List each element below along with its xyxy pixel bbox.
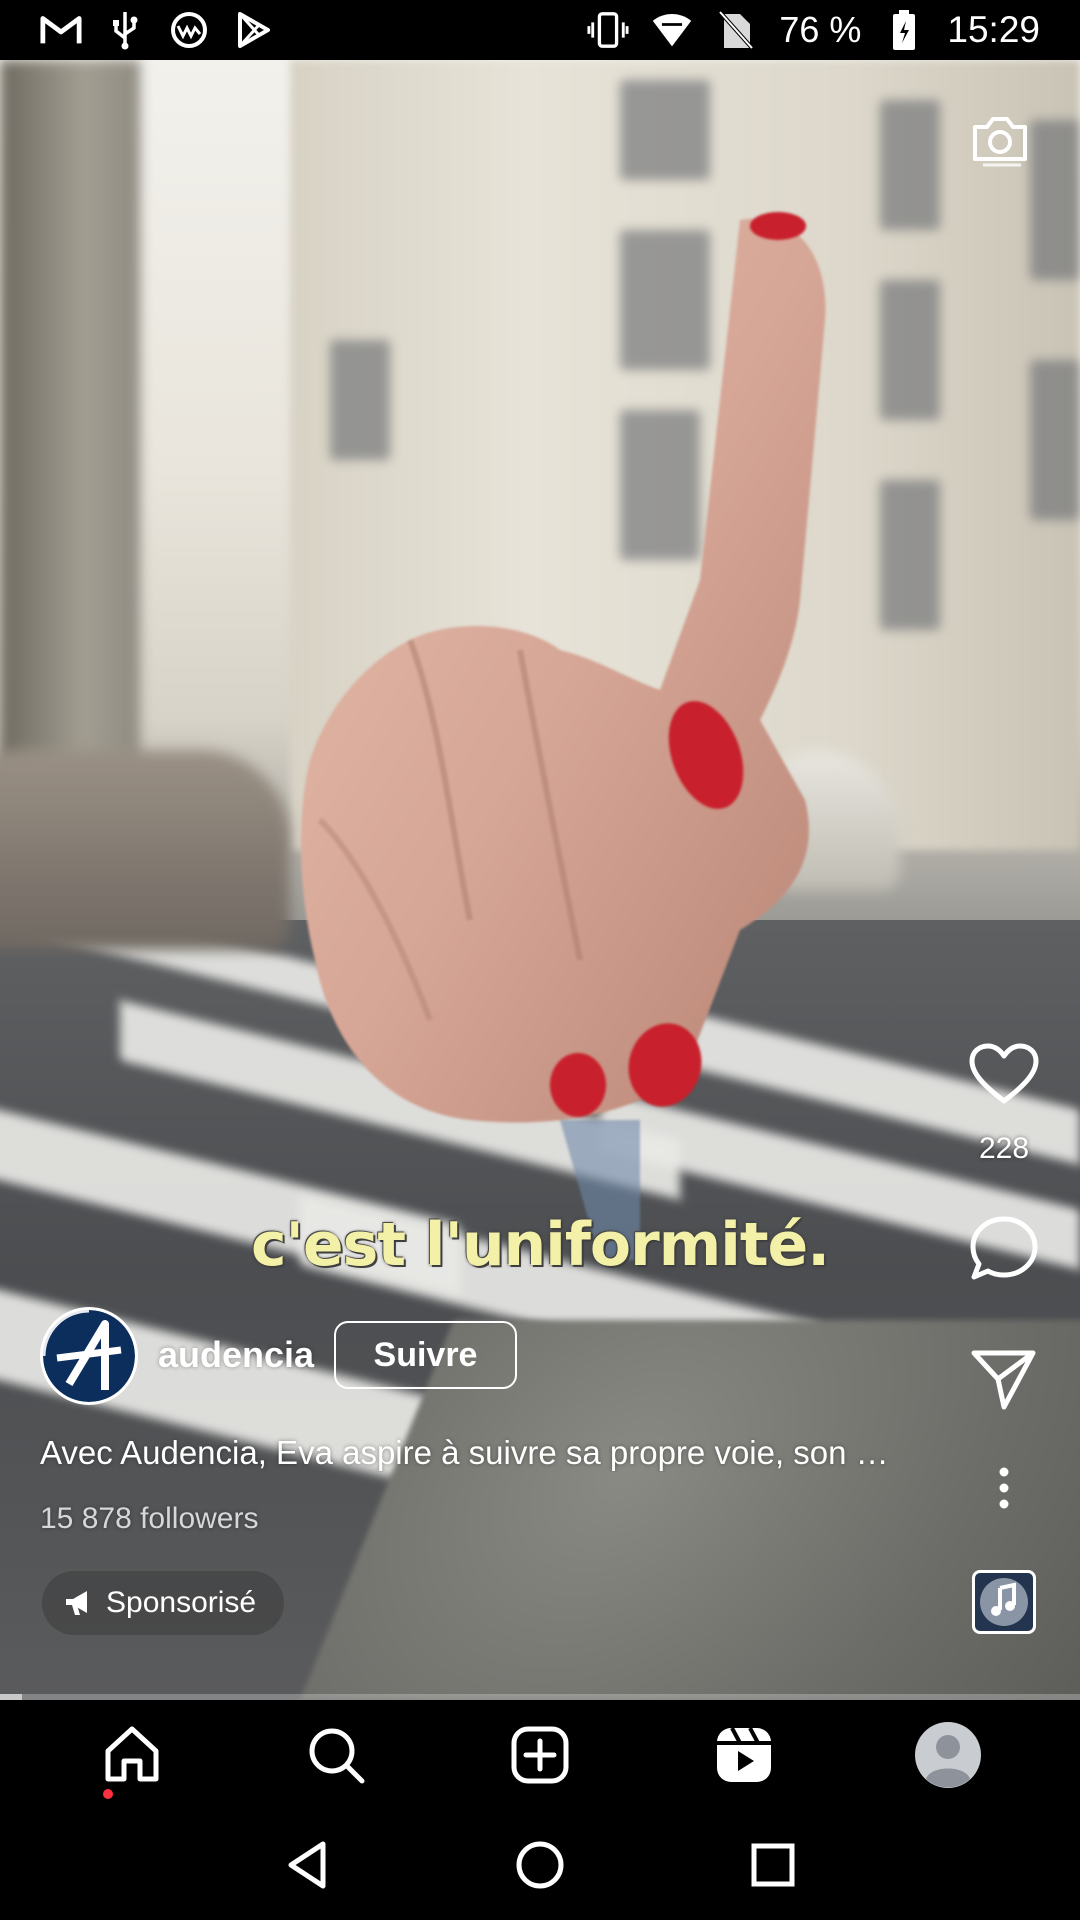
vibrate-icon bbox=[587, 9, 629, 51]
home-notification-dot bbox=[103, 1789, 113, 1799]
home-circle-icon bbox=[516, 1841, 564, 1889]
audencia-logo-icon bbox=[43, 1310, 135, 1402]
camera-button[interactable] bbox=[960, 100, 1040, 180]
more-icon bbox=[999, 1467, 1009, 1509]
status-bar-right: 76 % 15:29 bbox=[587, 9, 1040, 51]
no-sim-icon bbox=[715, 9, 757, 51]
reels-icon bbox=[717, 1727, 771, 1782]
nav-reels[interactable] bbox=[689, 1705, 799, 1805]
nav-create[interactable] bbox=[485, 1705, 595, 1805]
nav-home[interactable] bbox=[77, 1705, 187, 1805]
sponsored-badge[interactable]: Sponsorisé bbox=[42, 1571, 285, 1635]
status-bar-left bbox=[40, 9, 274, 51]
play-store-icon bbox=[232, 9, 274, 51]
create-icon bbox=[511, 1726, 569, 1784]
username[interactable]: audencia bbox=[158, 1334, 314, 1376]
gmail-icon bbox=[40, 9, 82, 51]
megaphone-icon bbox=[66, 1591, 87, 1615]
nav-search[interactable] bbox=[281, 1705, 391, 1805]
nav-profile[interactable] bbox=[893, 1705, 1003, 1805]
home-icon bbox=[105, 1726, 159, 1782]
share-button[interactable] bbox=[960, 1336, 1048, 1424]
heart-icon bbox=[969, 1043, 1039, 1104]
share-icon bbox=[971, 1350, 1036, 1410]
recents-icon bbox=[751, 1843, 795, 1887]
camera-icon bbox=[973, 117, 1027, 167]
comment-button[interactable] bbox=[960, 1205, 1048, 1293]
battery-charging-icon bbox=[883, 9, 925, 51]
audio-icon bbox=[980, 1578, 1028, 1626]
bottom-navigation bbox=[0, 1700, 1080, 1810]
sponsored-label: Sponsorisé bbox=[106, 1586, 257, 1619]
battery-percent: 76 % bbox=[779, 9, 862, 50]
audio-button[interactable] bbox=[972, 1570, 1036, 1634]
comment-icon bbox=[970, 1216, 1038, 1280]
system-navigation bbox=[0, 1810, 1080, 1920]
post-caption[interactable]: Avec Audencia, Eva aspire à suivre sa pr… bbox=[40, 1434, 940, 1472]
avatar[interactable] bbox=[40, 1307, 138, 1405]
system-back-button[interactable] bbox=[262, 1820, 352, 1910]
clock: 15:29 bbox=[947, 9, 1040, 50]
status-bar: 76 % 15:29 bbox=[0, 0, 1080, 60]
more-options-button[interactable] bbox=[960, 1448, 1048, 1528]
profile-icon bbox=[915, 1722, 981, 1788]
video-subtitle: c'est l'uniformité. bbox=[250, 1210, 830, 1280]
followers-count: 15 878 followers bbox=[40, 1502, 259, 1535]
system-recents-button[interactable] bbox=[728, 1820, 818, 1910]
like-button[interactable] bbox=[960, 1030, 1048, 1118]
like-count[interactable]: 228 bbox=[960, 1132, 1048, 1166]
search-icon bbox=[309, 1728, 365, 1784]
usb-icon bbox=[104, 9, 146, 51]
follow-button[interactable]: Suivre bbox=[334, 1321, 517, 1389]
back-icon bbox=[288, 1841, 326, 1889]
wifi-icon bbox=[651, 9, 693, 51]
web-app-icon bbox=[168, 9, 210, 51]
system-home-button[interactable] bbox=[495, 1820, 585, 1910]
